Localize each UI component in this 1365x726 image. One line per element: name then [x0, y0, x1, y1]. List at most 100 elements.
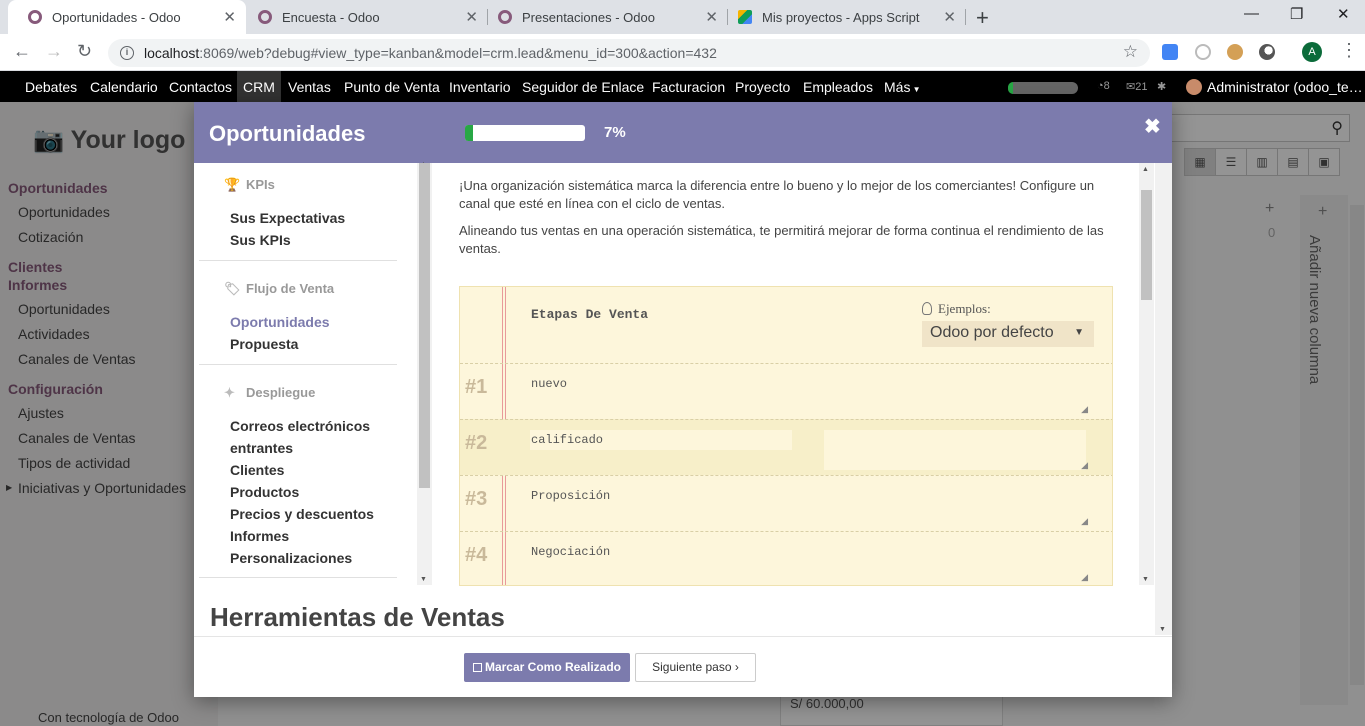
nav-item-productos[interactable]: Productos	[230, 484, 299, 500]
menu-crm[interactable]: CRM	[237, 71, 281, 102]
nav-divider	[199, 577, 397, 578]
close-icon[interactable]: ✖	[1144, 114, 1161, 139]
browser-tab-strip: Oportunidades - Odoo ✕ Encuesta - Odoo ✕…	[0, 0, 1365, 34]
menu-mas[interactable]: Más ▼	[884, 79, 921, 95]
menu-inventario[interactable]: Inventario	[449, 79, 510, 95]
next-step-button[interactable]: Siguiente paso ›	[635, 653, 756, 682]
examples-select[interactable]: Odoo por defecto ▼	[922, 321, 1094, 347]
modal-header: Oportunidades 7% ✖	[194, 102, 1172, 163]
menu-contactos[interactable]: Contactos	[169, 79, 232, 95]
user-menu[interactable]: Administrator (odoo_te…	[1186, 79, 1363, 95]
menu-proyecto[interactable]: Proyecto	[735, 79, 790, 95]
resize-grip-icon[interactable]: ◢	[1081, 572, 1088, 583]
stage-input[interactable]: Proposición	[531, 489, 610, 503]
nav-item-sus-expectativas[interactable]: Sus Expectativas	[230, 210, 345, 226]
stage-number: #1	[465, 376, 488, 398]
timer-extension-icon[interactable]	[1195, 44, 1211, 60]
scroll-down-icon[interactable]: ▼	[1142, 576, 1149, 583]
nav-item-clientes[interactable]: Clientes	[230, 462, 284, 478]
odoo-favicon-icon	[28, 10, 42, 24]
stage-input[interactable]: calificado	[531, 433, 603, 447]
resize-grip-icon[interactable]: ◢	[1081, 516, 1088, 527]
chevron-down-icon: ▼	[1074, 327, 1084, 338]
nav-item-personalizaciones[interactable]: Personalizaciones	[230, 550, 352, 566]
nav-section-kpis: 🏆 KPIs	[224, 177, 275, 193]
tab-title: Mis proyectos - Apps Script	[762, 9, 920, 25]
forward-icon[interactable]: →	[45, 41, 63, 62]
messages-icon[interactable]: ✉21	[1126, 80, 1147, 93]
tab-presentaciones[interactable]: Presentaciones - Odoo ✕	[478, 0, 728, 34]
stage-row: #4 Negociación ◢	[460, 531, 1112, 585]
apps-script-favicon-icon	[738, 10, 752, 24]
close-tab-icon[interactable]: ✕	[943, 8, 956, 26]
stage-row: #3 Proposición ◢	[460, 475, 1112, 531]
close-tab-icon[interactable]: ✕	[465, 8, 478, 26]
scrollbar-thumb[interactable]	[419, 163, 430, 488]
url-field[interactable]: i localhost:8069/web?debug#view_type=kan…	[108, 39, 1150, 67]
close-tab-icon[interactable]: ✕	[705, 8, 718, 26]
close-tab-icon[interactable]: ✕	[223, 8, 236, 26]
menu-punto-de-venta[interactable]: Punto de Venta	[344, 79, 440, 95]
bookmark-star-icon[interactable]: ☆	[1123, 42, 1138, 62]
nav-item-informes[interactable]: Informes	[230, 528, 289, 544]
trophy-icon: 🏆	[224, 177, 241, 192]
intro-paragraph: ¡Una organización sistemática marca la d…	[459, 178, 1095, 211]
left-nav-scrollbar[interactable]: ▲▼	[417, 161, 432, 585]
scroll-down-icon[interactable]: ▼	[1159, 626, 1166, 633]
resize-grip-icon[interactable]: ◢	[1081, 404, 1088, 415]
scrollbar-thumb[interactable]	[1141, 190, 1152, 300]
menu-empleados[interactable]: Empleados	[803, 79, 873, 95]
modal-progress-bar	[465, 125, 585, 141]
menu-calendario[interactable]: Calendario	[90, 79, 158, 95]
profile-avatar[interactable]: A	[1302, 42, 1322, 62]
nav-item-correos-cont[interactable]: entrantes	[230, 440, 293, 456]
nav-item-correos[interactable]: Correos electrónicos	[230, 418, 370, 434]
stage-input[interactable]: Negociación	[531, 545, 610, 559]
tab-apps-script[interactable]: Mis proyectos - Apps Script ✕	[718, 0, 966, 34]
translate-extension-icon[interactable]	[1162, 44, 1178, 60]
reload-icon[interactable]: ↻	[77, 41, 92, 62]
menu-facturacion[interactable]: Facturacion	[652, 79, 725, 95]
new-tab-button[interactable]: +	[976, 5, 989, 31]
stage-description-input[interactable]	[824, 430, 1086, 470]
odoo-favicon-icon	[498, 10, 512, 24]
menu-ventas[interactable]: Ventas	[288, 79, 331, 95]
tab-separator	[965, 9, 966, 25]
nav-section-flujo-label: Flujo de Venta	[246, 281, 335, 296]
menu-debates[interactable]: Debates	[25, 79, 77, 95]
content-scrollbar[interactable]: ▲ ▼	[1139, 163, 1154, 585]
dark-mode-extension-icon[interactable]	[1259, 44, 1275, 60]
scroll-up-icon[interactable]: ▲	[1142, 166, 1149, 173]
chat-icon[interactable]: ◔8	[1097, 80, 1110, 92]
next-step-label: Siguiente paso	[652, 660, 732, 674]
debug-bug-icon[interactable]: ✱	[1157, 80, 1166, 93]
stage-input[interactable]: nuevo	[531, 377, 567, 391]
nav-item-sus-kpis[interactable]: Sus KPIs	[230, 232, 291, 248]
nav-item-propuesta[interactable]: Propuesta	[230, 336, 298, 352]
modal-progress-label: 7%	[604, 124, 626, 141]
browser-menu-icon[interactable]: ⋮	[1340, 40, 1358, 61]
modal-scrollbar[interactable]: ▼	[1155, 163, 1172, 635]
tag-icon: 🏷	[224, 281, 241, 296]
scroll-down-icon[interactable]: ▼	[420, 576, 427, 583]
close-window-icon[interactable]: ✕	[1337, 5, 1350, 23]
back-icon[interactable]: ←	[13, 41, 31, 62]
odoo-top-menu: Debates Calendario Contactos CRM Ventas …	[0, 71, 1365, 102]
site-info-icon[interactable]: i	[120, 46, 134, 60]
modal-footer: Marcar Como Realizado Siguiente paso ›	[194, 636, 1172, 697]
section-heading-herramientas: Herramientas de Ventas	[210, 602, 505, 632]
tab-oportunidades[interactable]: Oportunidades - Odoo ✕	[8, 0, 246, 34]
menu-seguidor-de-enlace[interactable]: Seguidor de Enlace	[522, 79, 644, 95]
minimize-icon[interactable]: —	[1244, 5, 1259, 22]
cookie-extension-icon[interactable]	[1227, 44, 1243, 60]
menu-mas-label: Más	[884, 79, 911, 95]
examples-label-text: Ejemplos:	[938, 301, 991, 316]
resize-grip-icon[interactable]: ◢	[1081, 460, 1088, 471]
mark-done-button[interactable]: Marcar Como Realizado	[464, 653, 630, 682]
nav-divider	[199, 364, 397, 365]
nav-item-oportunidades[interactable]: Oportunidades	[230, 314, 330, 330]
tab-title: Presentaciones - Odoo	[522, 9, 655, 25]
nav-item-precios[interactable]: Precios y descuentos	[230, 506, 374, 522]
tab-encuesta[interactable]: Encuesta - Odoo ✕	[238, 0, 488, 34]
restore-icon[interactable]: ❐	[1290, 5, 1303, 23]
